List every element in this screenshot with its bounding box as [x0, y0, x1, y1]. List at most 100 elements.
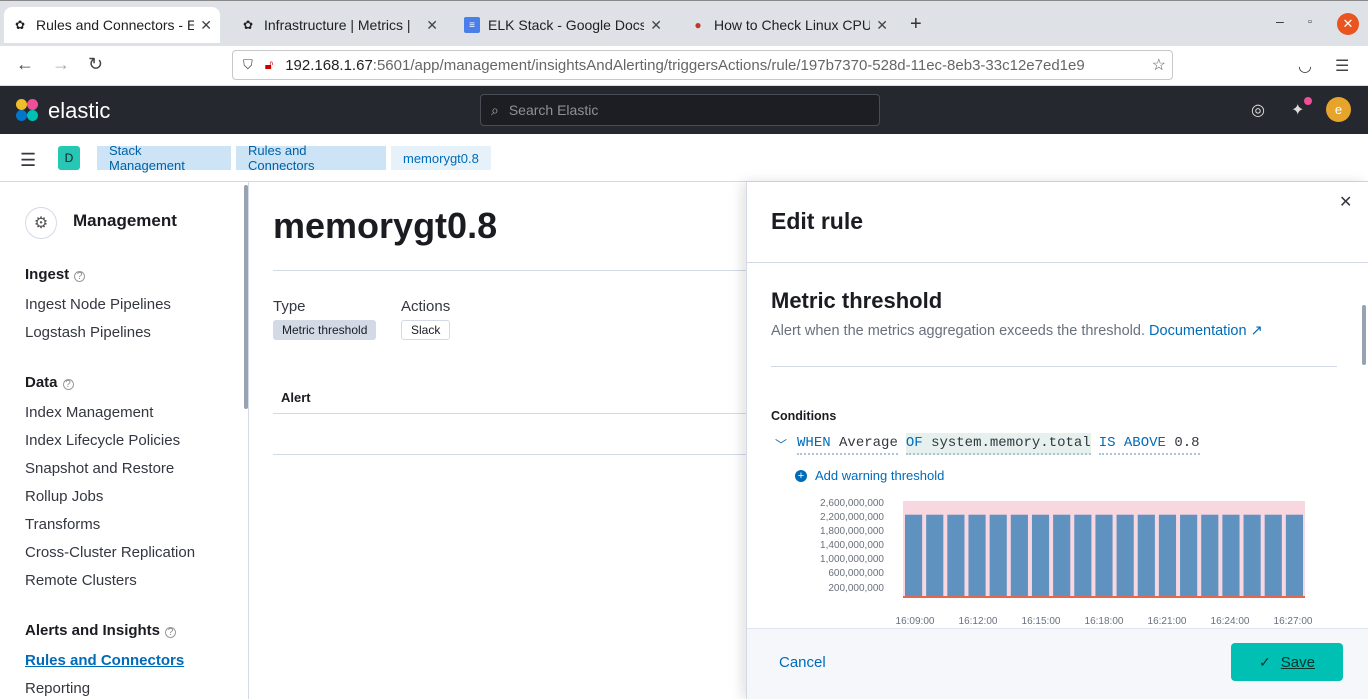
global-search-input[interactable]: ⌕ Search Elastic	[480, 94, 880, 126]
sidebar-item-snapshot-and-restore[interactable]: Snapshot and Restore	[25, 460, 174, 477]
elastic-logo-icon	[16, 99, 40, 123]
tab-title: Rules and Connectors - El	[36, 17, 195, 33]
url-field[interactable]: ⛉ 🔓︎ 192.168.1.67:5601/app/management/in…	[232, 50, 1173, 80]
search-placeholder: Search Elastic	[508, 102, 599, 118]
sidebar-item-transforms[interactable]: Transforms	[25, 516, 100, 533]
pocket-icon[interactable]: ◡	[1298, 56, 1312, 76]
browser-tab[interactable]: ≡ ELK Stack - Google Docs ✕	[456, 7, 670, 43]
divider	[771, 366, 1337, 367]
bar	[926, 514, 944, 597]
kibana-header: elastic ⌕ Search Elastic ◎ ✦	[0, 86, 1368, 134]
logo-text: elastic	[48, 98, 111, 123]
save-button[interactable]: ✓ Save	[1231, 643, 1343, 681]
breadcrumb-stack-management[interactable]: Stack Management	[97, 143, 231, 173]
y-tick-label: 1,000,000,000	[820, 554, 884, 565]
sidebar-item-remote-clusters[interactable]: Remote Clusters	[25, 572, 137, 589]
browser-tab-bar: ✿ Rules and Connectors - El ✕ ✿ Infrastr…	[0, 0, 1368, 46]
check-icon: ✓	[1259, 653, 1271, 670]
bar	[1285, 514, 1303, 597]
flyout-scrollbar[interactable]	[1362, 305, 1366, 365]
bar	[1180, 514, 1198, 597]
new-tab-icon[interactable]: +	[910, 13, 922, 36]
elastic-favicon-icon: ✿	[242, 18, 254, 32]
y-tick-label: 2,600,000,000	[820, 498, 884, 509]
section-heading-ingest: Ingest?	[25, 266, 86, 283]
rule-description: Alert when the metrics aggregation excee…	[771, 323, 1263, 339]
shield-icon[interactable]: ⛉	[243, 57, 253, 73]
close-tab-icon[interactable]: ✕	[426, 17, 438, 34]
close-icon[interactable]: ✕	[1339, 192, 1352, 212]
hamburger-menu-icon[interactable]: ☰	[20, 150, 36, 171]
sidebar-item-cross-cluster-replication[interactable]: Cross-Cluster Replication	[25, 544, 195, 561]
conditions-label: Conditions	[771, 409, 837, 423]
divider	[747, 262, 1368, 263]
sidebar-scrollbar[interactable]	[244, 185, 248, 409]
url-host: 192.168.1.67	[285, 56, 373, 74]
add-warning-threshold-button[interactable]: + Add warning threshold	[795, 468, 944, 483]
breadcrumb-rules-and-connectors[interactable]: Rules and Connectors	[236, 143, 386, 173]
x-tick-label: 16:18:00	[1085, 616, 1124, 627]
reload-icon[interactable]: ↻	[88, 54, 103, 75]
help-icon: ?	[165, 627, 177, 638]
sidebar-item-index-lifecycle-policies[interactable]: Index Lifecycle Policies	[25, 432, 180, 449]
condition-expression: ﹀ WHEN Average OF system.memory.total IS…	[775, 433, 1208, 455]
user-avatar[interactable]: e	[1326, 97, 1351, 122]
chevron-down-icon[interactable]: ﹀	[775, 436, 787, 453]
bar	[1031, 514, 1050, 597]
bar	[1010, 514, 1028, 597]
threshold-selector[interactable]: IS ABOVE 0.8	[1098, 433, 1200, 455]
sidebar-item-rules-and-connectors[interactable]: Rules and Connectors	[25, 652, 184, 669]
of-field-selector[interactable]: OF system.memory.total	[905, 433, 1091, 455]
rule-description-text: Alert when the metrics aggregation excee…	[771, 323, 1145, 339]
plus-circle-icon: +	[795, 469, 807, 482]
window-close-icon[interactable]: ✕	[1337, 13, 1359, 35]
breadcrumb-current-rule: memorygt0.8	[391, 146, 491, 170]
elastic-logo[interactable]: elastic	[16, 98, 110, 124]
maximize-icon[interactable]: ▫	[1308, 16, 1312, 28]
forward-icon[interactable]: →	[52, 54, 70, 75]
sidebar-item-ingest-node-pipelines[interactable]: Ingest Node Pipelines	[25, 296, 171, 313]
space-avatar[interactable]: D	[58, 146, 80, 170]
documentation-link[interactable]: Documentation ↗	[1149, 323, 1263, 339]
close-tab-icon[interactable]: ✕	[876, 17, 888, 34]
sidebar-item-index-management[interactable]: Index Management	[25, 404, 153, 421]
close-tab-icon[interactable]: ✕	[200, 17, 212, 34]
minimize-icon[interactable]: –	[1276, 13, 1284, 29]
bar	[905, 514, 923, 597]
cancel-button[interactable]: Cancel	[779, 654, 826, 671]
sidebar-item-rollup-jobs[interactable]: Rollup Jobs	[25, 488, 103, 505]
browser-tab[interactable]: ✿ Rules and Connectors - El ✕	[4, 7, 220, 43]
close-tab-icon[interactable]: ✕	[650, 17, 662, 34]
bar	[1053, 514, 1071, 597]
bar	[968, 514, 986, 597]
sidebar-title: Management	[73, 211, 177, 230]
flyout-title: Edit rule	[771, 208, 864, 234]
x-tick-label: 16:15:00	[1022, 616, 1061, 627]
x-tick-label: 16:24:00	[1211, 616, 1250, 627]
alerts-table-header[interactable]: Alert	[281, 390, 311, 405]
gear-icon: ⚙	[25, 207, 57, 239]
type-label: Type	[273, 298, 306, 315]
newsfeed-icon[interactable]: ✦	[1291, 100, 1304, 120]
tab-title: ELK Stack - Google Docs	[488, 17, 645, 33]
metric-preview-chart: 2,600,000,000 2,200,000,000 1,800,000,000 1…	[820, 498, 1313, 627]
notification-dot	[1304, 97, 1312, 105]
insecure-lock-icon[interactable]: 🔓︎	[265, 57, 273, 73]
menu-icon[interactable]: ☰	[1335, 56, 1349, 76]
x-tick-label: 16:21:00	[1148, 616, 1187, 627]
y-tick-label: 1,800,000,000	[820, 526, 884, 537]
bar	[1264, 514, 1282, 597]
bar	[1074, 514, 1092, 597]
sidebar-item-reporting[interactable]: Reporting	[25, 680, 90, 697]
browser-tab[interactable]: ● How to Check Linux CPU ✕	[682, 7, 896, 43]
bookmark-star-icon[interactable]: ☆	[1152, 55, 1166, 75]
when-aggregation-selector[interactable]: WHEN Average	[797, 433, 898, 455]
bar	[989, 514, 1007, 597]
help-icon[interactable]: ◎	[1251, 100, 1265, 120]
browser-tab[interactable]: ✿ Infrastructure | Metrics | ✕	[232, 7, 446, 43]
back-icon[interactable]: ←	[16, 54, 34, 75]
url-path: :5601/app/management/insightsAndAlerting…	[372, 56, 1085, 74]
bar	[1158, 514, 1177, 597]
y-tick-label: 2,200,000,000	[820, 512, 884, 523]
sidebar-item-logstash-pipelines[interactable]: Logstash Pipelines	[25, 324, 151, 341]
